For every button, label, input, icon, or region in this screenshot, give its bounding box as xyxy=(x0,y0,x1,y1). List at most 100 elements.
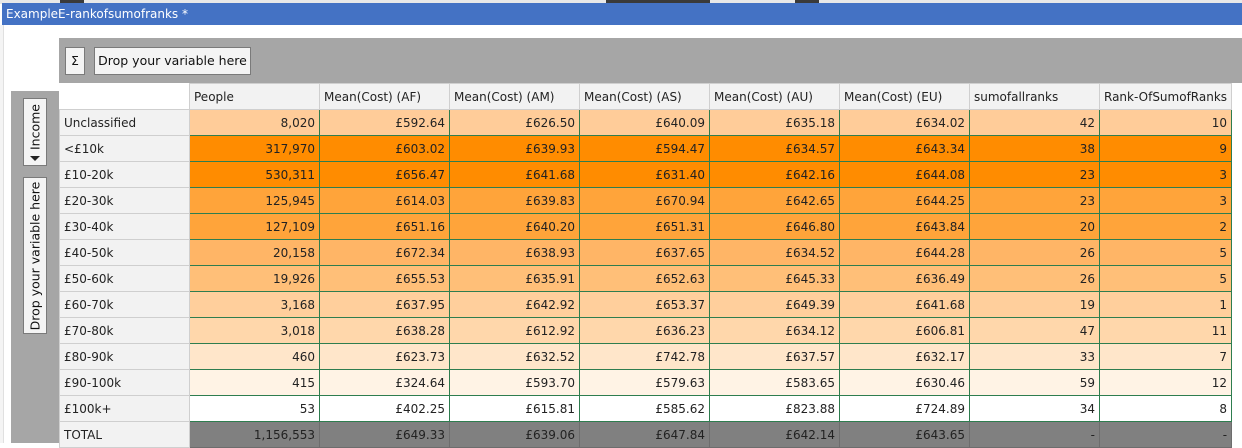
data-cell[interactable]: 3 xyxy=(1098,161,1233,188)
data-cell[interactable]: £634.02 xyxy=(839,109,970,136)
data-cell[interactable]: £653.37 xyxy=(579,291,710,318)
data-cell[interactable]: 11 xyxy=(1098,317,1233,344)
total-row-header[interactable]: TOTAL xyxy=(59,421,190,448)
data-cell[interactable]: 34 xyxy=(969,395,1100,422)
data-cell[interactable]: £742.78 xyxy=(579,343,710,370)
data-cell[interactable]: £631.40 xyxy=(579,161,710,188)
data-cell[interactable]: £637.95 xyxy=(319,291,450,318)
data-cell[interactable]: £593.70 xyxy=(449,369,580,396)
row-header[interactable]: £80-90k xyxy=(59,343,190,370)
data-cell[interactable]: 317,970 xyxy=(189,135,320,162)
data-cell[interactable]: £639.93 xyxy=(449,135,580,162)
data-cell[interactable]: 530,311 xyxy=(189,161,320,188)
row-header[interactable]: £60-70k xyxy=(59,291,190,318)
total-cell[interactable]: £649.33 xyxy=(319,421,450,448)
data-cell[interactable]: £636.23 xyxy=(579,317,710,344)
data-cell[interactable]: £635.18 xyxy=(709,109,840,136)
data-cell[interactable]: £643.84 xyxy=(839,213,970,240)
data-cell[interactable]: £632.52 xyxy=(449,343,580,370)
data-cell[interactable]: 26 xyxy=(969,265,1100,292)
total-cell[interactable]: £642.14 xyxy=(709,421,840,448)
data-cell[interactable]: 26 xyxy=(969,239,1100,266)
data-cell[interactable]: 20 xyxy=(969,213,1100,240)
data-cell[interactable]: 53 xyxy=(189,395,320,422)
data-cell[interactable]: £823.88 xyxy=(709,395,840,422)
data-cell[interactable]: 8,020 xyxy=(189,109,320,136)
column-header[interactable]: Mean(Cost) (AU) xyxy=(709,83,840,110)
data-cell[interactable]: 59 xyxy=(969,369,1100,396)
data-cell[interactable]: £643.34 xyxy=(839,135,970,162)
data-cell[interactable]: £644.08 xyxy=(839,161,970,188)
data-cell[interactable]: £651.31 xyxy=(579,213,710,240)
data-cell[interactable]: 1 xyxy=(1098,291,1233,318)
row-header[interactable]: <£10k xyxy=(59,135,190,162)
data-cell[interactable]: £641.68 xyxy=(449,161,580,188)
total-cell[interactable]: £639.06 xyxy=(449,421,580,448)
data-cell[interactable]: £642.92 xyxy=(449,291,580,318)
data-cell[interactable]: 5 xyxy=(1098,265,1233,292)
column-header[interactable]: Mean(Cost) (AF) xyxy=(319,83,450,110)
data-cell[interactable]: 12 xyxy=(1098,369,1233,396)
data-cell[interactable]: £656.47 xyxy=(319,161,450,188)
row-header[interactable]: Unclassified xyxy=(59,109,190,136)
data-cell[interactable]: 42 xyxy=(969,109,1100,136)
data-cell[interactable]: 3,168 xyxy=(189,291,320,318)
data-cell[interactable]: 2 xyxy=(1098,213,1233,240)
data-cell[interactable]: £615.81 xyxy=(449,395,580,422)
data-cell[interactable]: £642.16 xyxy=(709,161,840,188)
data-cell[interactable]: £636.49 xyxy=(839,265,970,292)
data-cell[interactable]: 8 xyxy=(1098,395,1233,422)
data-cell[interactable]: 20,158 xyxy=(189,239,320,266)
column-header[interactable]: sumofallranks xyxy=(969,83,1100,110)
data-cell[interactable]: £651.16 xyxy=(319,213,450,240)
data-cell[interactable]: 5 xyxy=(1098,239,1233,266)
data-cell[interactable]: £649.39 xyxy=(709,291,840,318)
data-cell[interactable]: £585.62 xyxy=(579,395,710,422)
drop-variable-row-button[interactable]: Drop your variable here xyxy=(23,177,47,334)
data-cell[interactable]: £603.02 xyxy=(319,135,450,162)
data-cell[interactable]: 19 xyxy=(969,291,1100,318)
row-header[interactable]: £100k+ xyxy=(59,395,190,422)
data-cell[interactable]: £670.94 xyxy=(579,187,710,214)
row-header[interactable]: £70-80k xyxy=(59,317,190,344)
data-cell[interactable]: 415 xyxy=(189,369,320,396)
data-cell[interactable]: £652.63 xyxy=(579,265,710,292)
data-cell[interactable]: 127,109 xyxy=(189,213,320,240)
data-cell[interactable]: £642.65 xyxy=(709,187,840,214)
data-cell[interactable]: 460 xyxy=(189,343,320,370)
row-header[interactable]: £20-30k xyxy=(59,187,190,214)
row-header[interactable]: £50-60k xyxy=(59,265,190,292)
data-cell[interactable]: 19,926 xyxy=(189,265,320,292)
column-header[interactable]: Rank-OfSumofRanks xyxy=(1098,83,1233,110)
data-cell[interactable]: £645.33 xyxy=(709,265,840,292)
data-cell[interactable]: £594.47 xyxy=(579,135,710,162)
row-header[interactable]: £30-40k xyxy=(59,213,190,240)
data-cell[interactable]: £724.89 xyxy=(839,395,970,422)
data-cell[interactable]: £640.20 xyxy=(449,213,580,240)
data-cell[interactable]: 9 xyxy=(1098,135,1233,162)
data-cell[interactable]: £644.28 xyxy=(839,239,970,266)
data-cell[interactable]: £641.68 xyxy=(839,291,970,318)
data-cell[interactable]: 33 xyxy=(969,343,1100,370)
data-cell[interactable]: £623.73 xyxy=(319,343,450,370)
data-cell[interactable]: £637.65 xyxy=(579,239,710,266)
column-header[interactable]: Mean(Cost) (AS) xyxy=(579,83,710,110)
total-cell[interactable]: £647.84 xyxy=(579,421,710,448)
data-cell[interactable]: 3 xyxy=(1098,187,1233,214)
data-cell[interactable]: £637.57 xyxy=(709,343,840,370)
column-header[interactable]: People xyxy=(189,83,320,110)
data-cell[interactable]: 3,018 xyxy=(189,317,320,344)
sigma-button[interactable]: Σ xyxy=(65,47,85,75)
data-cell[interactable]: £402.25 xyxy=(319,395,450,422)
data-cell[interactable]: £324.64 xyxy=(319,369,450,396)
row-header[interactable]: £10-20k xyxy=(59,161,190,188)
data-cell[interactable]: £606.81 xyxy=(839,317,970,344)
data-cell[interactable]: £632.17 xyxy=(839,343,970,370)
data-cell[interactable]: 10 xyxy=(1098,109,1233,136)
chevron-down-icon[interactable] xyxy=(30,156,40,161)
column-header[interactable]: Mean(Cost) (EU) xyxy=(839,83,970,110)
data-cell[interactable]: £646.80 xyxy=(709,213,840,240)
total-cell[interactable]: £643.65 xyxy=(839,421,970,448)
data-cell[interactable]: 7 xyxy=(1098,343,1233,370)
data-cell[interactable]: £638.93 xyxy=(449,239,580,266)
